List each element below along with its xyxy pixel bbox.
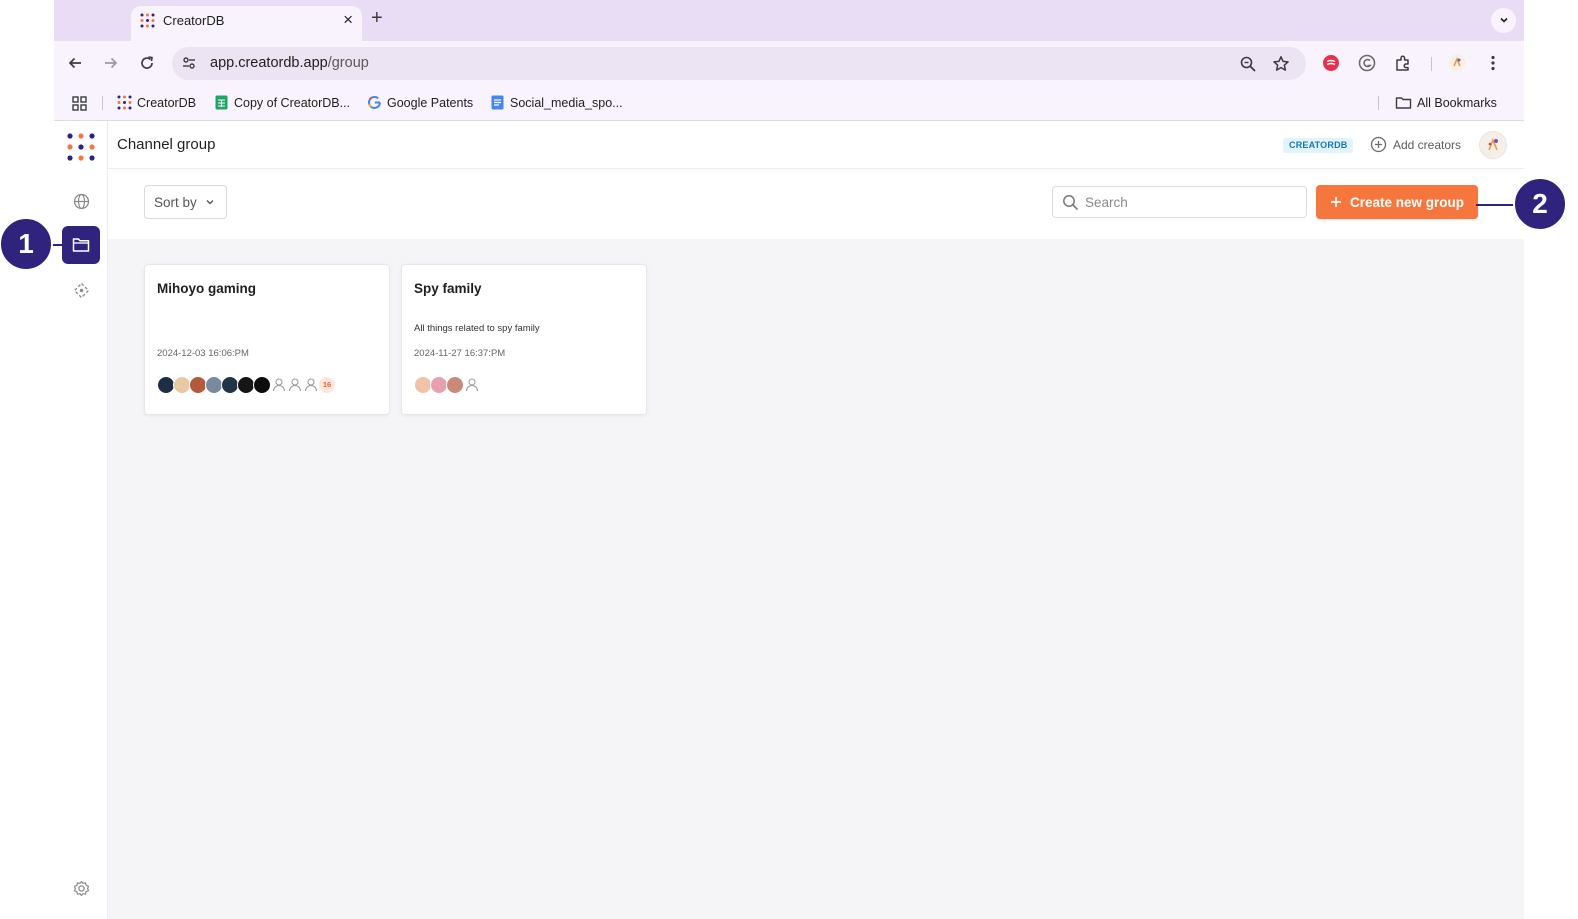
bookmark-star-icon[interactable] (1272, 55, 1290, 73)
address-bar[interactable]: app.creatordb.app/group (172, 47, 1306, 80)
plus-circle-icon (1370, 136, 1387, 153)
person-placeholder-icon (288, 378, 302, 392)
chevron-down-icon (206, 200, 214, 205)
browser-menu-icon[interactable] (1484, 54, 1502, 72)
bookmark-divider (1378, 96, 1379, 110)
plus-icon (1330, 197, 1341, 207)
zoom-icon[interactable] (1239, 55, 1257, 73)
new-tab-button[interactable]: + (371, 7, 383, 30)
reload-icon[interactable] (136, 52, 158, 74)
nav-channel-group-item[interactable] (62, 226, 100, 264)
callout-marker: 1 (0, 217, 53, 271)
user-avatar-icon (1488, 137, 1498, 151)
browser-window: CreatorDB × + app.creatordb.app/group Cr… (54, 0, 1524, 919)
create-new-group-button[interactable]: Create new group (1316, 185, 1478, 219)
group-title: Mihoyo gaming (157, 281, 256, 296)
search-icon (1063, 195, 1079, 211)
nav-globe-item[interactable] (62, 182, 100, 220)
bookmark-label: Google Patents (387, 95, 474, 110)
folder-icon (1395, 97, 1412, 109)
search-box[interactable] (1052, 186, 1307, 218)
create-new-group-label: Create new group (1349, 194, 1465, 210)
google-icon (368, 95, 381, 109)
grammarly-extension-icon[interactable] (1358, 54, 1376, 72)
gear-icon (73, 880, 89, 896)
browser-toolbar: app.creatordb.app/group (54, 41, 1524, 85)
app-area: Channel group CREATORDB Add creators Sor… (54, 121, 1524, 919)
group-title: Spy family (414, 281, 482, 296)
add-creators-label: Add creators (1393, 137, 1462, 152)
google-docs-icon (491, 95, 504, 110)
url-text: app.creatordb.app/group (210, 55, 369, 71)
extensions-puzzle-icon[interactable] (1394, 54, 1412, 72)
group-date: 2024-11-27 16:37:PM (414, 348, 506, 359)
side-nav-rail (54, 121, 108, 919)
creator-avatar (253, 376, 271, 394)
profile-avatar-icon[interactable] (1448, 54, 1466, 72)
tab-close-icon[interactable]: × (343, 10, 353, 30)
controls-bar: Sort by Create new group (108, 169, 1524, 239)
creatordb-logo-icon[interactable] (67, 133, 95, 161)
browser-tab[interactable]: CreatorDB × (131, 6, 362, 41)
globe-icon (73, 193, 89, 209)
callout-connector (1476, 204, 1518, 206)
callout-marker: 2 (1513, 177, 1567, 231)
sort-by-dropdown[interactable]: Sort by (144, 185, 227, 219)
person-placeholder-icon (304, 378, 318, 392)
add-creators-button[interactable]: Add creators (1370, 136, 1461, 153)
bookmarks-bar: CreatorDB Copy of CreatorDB... Google Pa… (54, 85, 1524, 121)
bookmark-item-sheet[interactable]: Copy of CreatorDB... (214, 95, 350, 110)
page-header: Channel group CREATORDB Add creators (108, 121, 1524, 169)
bookmark-label: Social_media_spo... (510, 95, 623, 110)
tab-title: CreatorDB (163, 13, 225, 28)
folder-icon (72, 238, 90, 252)
tab-search-chevron-icon[interactable] (1491, 8, 1516, 33)
person-placeholder-icon (272, 378, 286, 392)
apps-grid-icon[interactable] (72, 96, 87, 111)
group-description: All things related to spy family (414, 323, 540, 334)
person-placeholder-icon (465, 378, 479, 392)
group-card[interactable]: Mihoyo gaming 2024-12-03 16:06:PM 16 (144, 264, 390, 415)
all-bookmarks-button[interactable]: All Bookmarks (1395, 95, 1497, 110)
creatordb-badge: CREATORDB (1283, 138, 1354, 153)
google-sheets-icon (215, 95, 228, 110)
all-bookmarks-label: All Bookmarks (1417, 95, 1497, 110)
red-extension-icon[interactable] (1322, 54, 1340, 72)
bookmark-label: CreatorDB (137, 95, 197, 110)
more-members-count: 16 (319, 377, 335, 393)
tab-strip: CreatorDB × + (54, 0, 1524, 41)
page-title: Channel group (117, 136, 216, 153)
bookmark-item-google-patents[interactable]: Google Patents (367, 95, 473, 110)
group-card[interactable]: Spy family All things related to spy fam… (401, 264, 647, 415)
url-path: /group (327, 55, 369, 71)
group-date: 2024-12-03 16:06:PM (157, 348, 249, 359)
search-input[interactable] (1085, 187, 1300, 217)
nav-discovery-item[interactable] (62, 271, 100, 309)
bookmark-item-doc[interactable]: Social_media_spo... (490, 95, 623, 110)
user-avatar[interactable] (1479, 131, 1507, 159)
url-host: app.creatordb.app (210, 55, 328, 71)
back-arrow-icon[interactable] (64, 52, 86, 74)
creatordb-icon (117, 95, 132, 110)
nav-settings-item[interactable] (62, 869, 100, 907)
forward-arrow-icon[interactable] (100, 52, 122, 74)
network-diamond-icon (73, 282, 89, 298)
creator-avatar (446, 376, 464, 394)
site-info-icon[interactable] (181, 55, 197, 71)
sort-by-label: Sort by (154, 194, 197, 210)
creatordb-favicon-icon (140, 13, 155, 28)
bookmark-label: Copy of CreatorDB... (234, 95, 351, 110)
bookmark-divider (102, 96, 103, 110)
bookmark-item-creatordb[interactable]: CreatorDB (117, 95, 196, 110)
toolbar-divider (1431, 57, 1432, 71)
